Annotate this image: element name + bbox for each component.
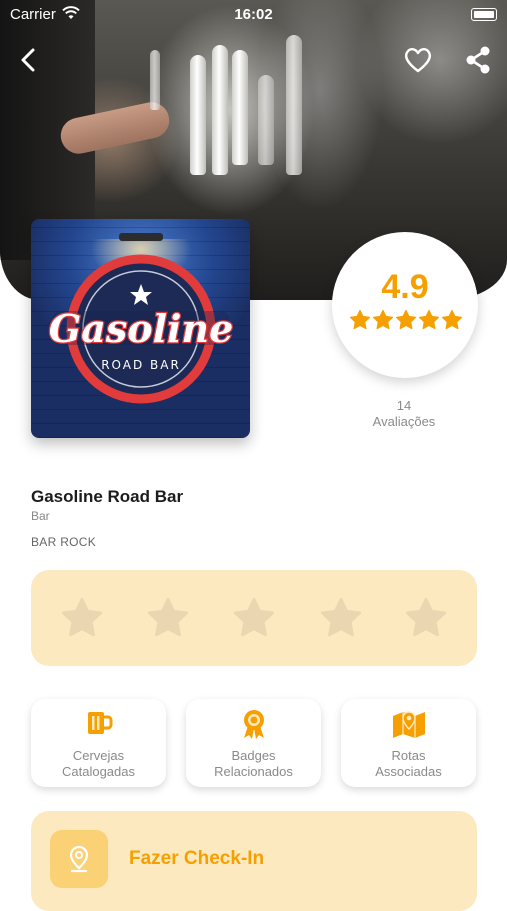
user-rating-box — [31, 570, 477, 666]
beer-tap — [286, 35, 302, 175]
place-tag: BAR ROCK — [31, 535, 97, 549]
beer-tap — [150, 50, 160, 110]
favorite-button[interactable] — [400, 42, 436, 78]
star-filled-icon — [349, 309, 371, 336]
share-button[interactable] — [460, 42, 496, 78]
rating-value: 4.9 — [381, 268, 429, 306]
tile-label-line1: Badges — [231, 748, 276, 763]
cervejas-catalogadas-button[interactable]: Cervejas Catalogadas — [31, 699, 166, 787]
gasoline-logo: Gasoline ROAD BAR — [48, 254, 235, 404]
reviews-count: 14 Avaliações — [344, 398, 464, 430]
rating-summary: 4.9 — [332, 232, 478, 378]
share-icon — [466, 46, 490, 74]
rate-star-5-icon[interactable] — [404, 596, 448, 640]
rate-star-4-icon[interactable] — [319, 596, 363, 640]
tile-label: Badges Relacionados — [190, 748, 317, 780]
tile-label-line1: Cervejas — [72, 748, 125, 763]
checkin-label: Fazer Check-In — [129, 848, 265, 869]
tile-label-line2: Catalogadas — [62, 764, 135, 779]
location-pin-icon — [50, 830, 108, 888]
tile-label-line2: Associadas — [375, 764, 442, 779]
place-name: Gasoline Road Bar — [31, 487, 184, 506]
tile-label-line2: Relacionados — [214, 764, 293, 779]
clock: 16:02 — [234, 6, 273, 23]
rate-star-2-icon[interactable] — [146, 596, 190, 640]
tile-label-line1: Rotas — [391, 748, 426, 763]
rate-star-1-icon[interactable] — [60, 596, 104, 640]
reviews-label: Avaliações — [372, 414, 436, 429]
award-badge-icon — [186, 708, 321, 745]
rate-star-3-icon[interactable] — [232, 596, 276, 640]
star-filled-icon — [441, 309, 463, 336]
logo-brand-text: Gasoline — [49, 306, 234, 351]
star-filled-icon — [418, 309, 440, 336]
chevron-left-icon — [21, 48, 35, 72]
badges-relacionados-button[interactable]: Badges Relacionados — [186, 699, 321, 787]
beer-tap — [190, 55, 206, 175]
star-filled-icon — [372, 309, 394, 336]
beer-tap — [232, 50, 248, 165]
place-type: Bar — [31, 509, 50, 523]
heart-icon — [404, 47, 432, 73]
battery-icon — [471, 8, 497, 21]
svg-text:ROAD BAR: ROAD BAR — [101, 358, 181, 372]
map-pin-icon — [341, 708, 476, 745]
status-bar: Carrier 16:02 — [0, 0, 507, 30]
checkin-button[interactable]: Fazer Check-In — [31, 811, 477, 911]
rotas-associadas-button[interactable]: Rotas Associadas — [341, 699, 476, 787]
logo-sub-text: ROAD BAR — [101, 358, 181, 372]
back-button[interactable] — [10, 42, 46, 78]
tile-label: Rotas Associadas — [345, 748, 472, 780]
reviews-number: 14 — [396, 398, 412, 413]
bar-logo-image: Gasoline ROAD BAR — [31, 219, 250, 438]
beer-mug-icon — [31, 708, 166, 743]
beer-tap — [258, 75, 274, 165]
svg-text:Gasoline: Gasoline — [49, 306, 234, 351]
rating-stars — [349, 309, 463, 336]
star-filled-icon — [395, 309, 417, 336]
tile-label: Cervejas Catalogadas — [35, 748, 162, 780]
beer-tap — [212, 45, 228, 175]
